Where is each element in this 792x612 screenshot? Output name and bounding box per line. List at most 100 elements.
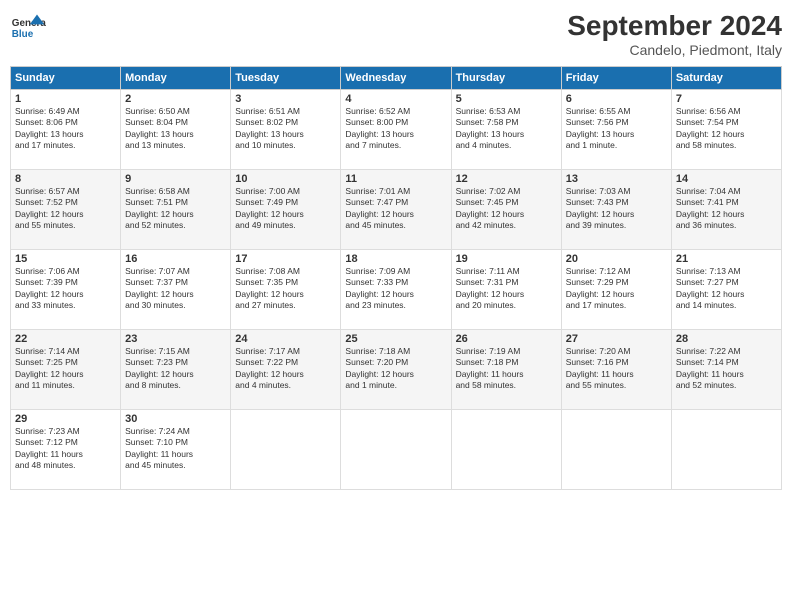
table-row: 26Sunrise: 7:19 AM Sunset: 7:18 PM Dayli… xyxy=(451,330,561,410)
table-row xyxy=(341,410,451,490)
day-number: 2 xyxy=(125,93,226,105)
day-info: Sunrise: 7:19 AM Sunset: 7:18 PM Dayligh… xyxy=(456,346,557,392)
table-row xyxy=(451,410,561,490)
day-info: Sunrise: 7:15 AM Sunset: 7:23 PM Dayligh… xyxy=(125,346,226,392)
table-row: 9Sunrise: 6:58 AM Sunset: 7:51 PM Daylig… xyxy=(121,170,231,250)
day-number: 7 xyxy=(676,93,777,105)
table-row: 24Sunrise: 7:17 AM Sunset: 7:22 PM Dayli… xyxy=(231,330,341,410)
day-number: 16 xyxy=(125,253,226,265)
day-info: Sunrise: 7:01 AM Sunset: 7:47 PM Dayligh… xyxy=(345,186,446,232)
day-number: 11 xyxy=(345,173,446,185)
day-info: Sunrise: 7:11 AM Sunset: 7:31 PM Dayligh… xyxy=(456,266,557,312)
table-row: 17Sunrise: 7:08 AM Sunset: 7:35 PM Dayli… xyxy=(231,250,341,330)
col-friday: Friday xyxy=(561,67,671,90)
table-row: 29Sunrise: 7:23 AM Sunset: 7:12 PM Dayli… xyxy=(11,410,121,490)
table-row: 2Sunrise: 6:50 AM Sunset: 8:04 PM Daylig… xyxy=(121,90,231,170)
day-number: 23 xyxy=(125,333,226,345)
day-info: Sunrise: 6:55 AM Sunset: 7:56 PM Dayligh… xyxy=(566,106,667,152)
table-row: 19Sunrise: 7:11 AM Sunset: 7:31 PM Dayli… xyxy=(451,250,561,330)
day-number: 22 xyxy=(15,333,116,345)
logo-icon: General Blue xyxy=(10,10,46,46)
day-info: Sunrise: 7:07 AM Sunset: 7:37 PM Dayligh… xyxy=(125,266,226,312)
day-info: Sunrise: 7:12 AM Sunset: 7:29 PM Dayligh… xyxy=(566,266,667,312)
day-number: 9 xyxy=(125,173,226,185)
day-info: Sunrise: 7:02 AM Sunset: 7:45 PM Dayligh… xyxy=(456,186,557,232)
table-row: 18Sunrise: 7:09 AM Sunset: 7:33 PM Dayli… xyxy=(341,250,451,330)
day-info: Sunrise: 7:03 AM Sunset: 7:43 PM Dayligh… xyxy=(566,186,667,232)
table-row: 25Sunrise: 7:18 AM Sunset: 7:20 PM Dayli… xyxy=(341,330,451,410)
table-row: 10Sunrise: 7:00 AM Sunset: 7:49 PM Dayli… xyxy=(231,170,341,250)
day-number: 15 xyxy=(15,253,116,265)
day-info: Sunrise: 6:51 AM Sunset: 8:02 PM Dayligh… xyxy=(235,106,336,152)
table-row: 15Sunrise: 7:06 AM Sunset: 7:39 PM Dayli… xyxy=(11,250,121,330)
day-number: 6 xyxy=(566,93,667,105)
day-number: 3 xyxy=(235,93,336,105)
calendar-week-row: 1Sunrise: 6:49 AM Sunset: 8:06 PM Daylig… xyxy=(11,90,782,170)
calendar-week-row: 15Sunrise: 7:06 AM Sunset: 7:39 PM Dayli… xyxy=(11,250,782,330)
table-row: 3Sunrise: 6:51 AM Sunset: 8:02 PM Daylig… xyxy=(231,90,341,170)
table-row: 7Sunrise: 6:56 AM Sunset: 7:54 PM Daylig… xyxy=(671,90,781,170)
table-row: 5Sunrise: 6:53 AM Sunset: 7:58 PM Daylig… xyxy=(451,90,561,170)
day-info: Sunrise: 7:20 AM Sunset: 7:16 PM Dayligh… xyxy=(566,346,667,392)
day-number: 1 xyxy=(15,93,116,105)
col-wednesday: Wednesday xyxy=(341,67,451,90)
day-number: 28 xyxy=(676,333,777,345)
day-info: Sunrise: 6:58 AM Sunset: 7:51 PM Dayligh… xyxy=(125,186,226,232)
day-info: Sunrise: 7:13 AM Sunset: 7:27 PM Dayligh… xyxy=(676,266,777,312)
table-row: 13Sunrise: 7:03 AM Sunset: 7:43 PM Dayli… xyxy=(561,170,671,250)
day-info: Sunrise: 7:00 AM Sunset: 7:49 PM Dayligh… xyxy=(235,186,336,232)
month-title: September 2024 xyxy=(567,10,782,42)
day-info: Sunrise: 6:50 AM Sunset: 8:04 PM Dayligh… xyxy=(125,106,226,152)
table-row: 16Sunrise: 7:07 AM Sunset: 7:37 PM Dayli… xyxy=(121,250,231,330)
page-header: General Blue September 2024 Candelo, Pie… xyxy=(10,10,782,58)
col-sunday: Sunday xyxy=(11,67,121,90)
day-number: 4 xyxy=(345,93,446,105)
day-number: 29 xyxy=(15,413,116,425)
col-saturday: Saturday xyxy=(671,67,781,90)
day-number: 21 xyxy=(676,253,777,265)
calendar-week-row: 22Sunrise: 7:14 AM Sunset: 7:25 PM Dayli… xyxy=(11,330,782,410)
day-number: 18 xyxy=(345,253,446,265)
day-info: Sunrise: 7:08 AM Sunset: 7:35 PM Dayligh… xyxy=(235,266,336,312)
day-number: 5 xyxy=(456,93,557,105)
table-row xyxy=(671,410,781,490)
day-info: Sunrise: 7:23 AM Sunset: 7:12 PM Dayligh… xyxy=(15,426,116,472)
table-row xyxy=(231,410,341,490)
day-number: 24 xyxy=(235,333,336,345)
table-row: 21Sunrise: 7:13 AM Sunset: 7:27 PM Dayli… xyxy=(671,250,781,330)
calendar-header-row: Sunday Monday Tuesday Wednesday Thursday… xyxy=(11,67,782,90)
logo: General Blue xyxy=(10,10,46,46)
table-row: 28Sunrise: 7:22 AM Sunset: 7:14 PM Dayli… xyxy=(671,330,781,410)
table-row: 6Sunrise: 6:55 AM Sunset: 7:56 PM Daylig… xyxy=(561,90,671,170)
col-tuesday: Tuesday xyxy=(231,67,341,90)
table-row: 11Sunrise: 7:01 AM Sunset: 7:47 PM Dayli… xyxy=(341,170,451,250)
calendar-week-row: 29Sunrise: 7:23 AM Sunset: 7:12 PM Dayli… xyxy=(11,410,782,490)
day-number: 17 xyxy=(235,253,336,265)
day-info: Sunrise: 7:22 AM Sunset: 7:14 PM Dayligh… xyxy=(676,346,777,392)
day-info: Sunrise: 6:53 AM Sunset: 7:58 PM Dayligh… xyxy=(456,106,557,152)
day-number: 26 xyxy=(456,333,557,345)
title-area: September 2024 Candelo, Piedmont, Italy xyxy=(567,10,782,58)
day-info: Sunrise: 7:17 AM Sunset: 7:22 PM Dayligh… xyxy=(235,346,336,392)
calendar-week-row: 8Sunrise: 6:57 AM Sunset: 7:52 PM Daylig… xyxy=(11,170,782,250)
table-row: 27Sunrise: 7:20 AM Sunset: 7:16 PM Dayli… xyxy=(561,330,671,410)
day-number: 20 xyxy=(566,253,667,265)
svg-text:Blue: Blue xyxy=(12,29,34,40)
day-number: 25 xyxy=(345,333,446,345)
day-number: 14 xyxy=(676,173,777,185)
table-row: 20Sunrise: 7:12 AM Sunset: 7:29 PM Dayli… xyxy=(561,250,671,330)
day-info: Sunrise: 7:04 AM Sunset: 7:41 PM Dayligh… xyxy=(676,186,777,232)
day-info: Sunrise: 6:52 AM Sunset: 8:00 PM Dayligh… xyxy=(345,106,446,152)
day-info: Sunrise: 7:14 AM Sunset: 7:25 PM Dayligh… xyxy=(15,346,116,392)
day-info: Sunrise: 6:49 AM Sunset: 8:06 PM Dayligh… xyxy=(15,106,116,152)
table-row: 12Sunrise: 7:02 AM Sunset: 7:45 PM Dayli… xyxy=(451,170,561,250)
day-info: Sunrise: 7:18 AM Sunset: 7:20 PM Dayligh… xyxy=(345,346,446,392)
table-row: 22Sunrise: 7:14 AM Sunset: 7:25 PM Dayli… xyxy=(11,330,121,410)
table-row: 4Sunrise: 6:52 AM Sunset: 8:00 PM Daylig… xyxy=(341,90,451,170)
table-row: 14Sunrise: 7:04 AM Sunset: 7:41 PM Dayli… xyxy=(671,170,781,250)
day-number: 30 xyxy=(125,413,226,425)
calendar-table: Sunday Monday Tuesday Wednesday Thursday… xyxy=(10,66,782,490)
day-info: Sunrise: 6:57 AM Sunset: 7:52 PM Dayligh… xyxy=(15,186,116,232)
day-number: 13 xyxy=(566,173,667,185)
day-number: 27 xyxy=(566,333,667,345)
